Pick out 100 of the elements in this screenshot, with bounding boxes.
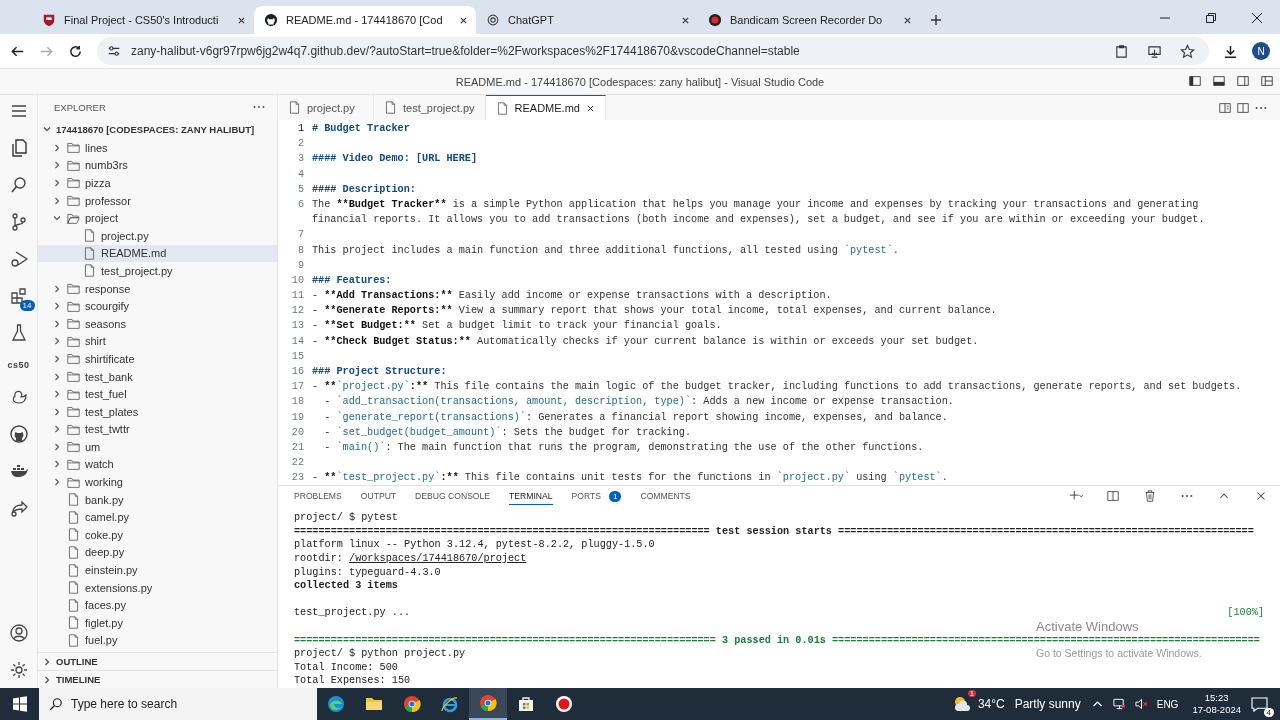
code-line: This project includes a main function and three additional functions, all tested using `pytest`.: [312, 243, 899, 258]
terminal-line: test_project.py ...: [294, 606, 411, 621]
account-icon[interactable]: [8, 623, 29, 643]
tree-item[interactable]: deep.py: [38, 543, 277, 562]
tree-item[interactable]: project.py: [38, 226, 277, 245]
install-icon[interactable]: [1147, 43, 1162, 59]
terminal-line: platform linux -- Python 3.12.4, pytest-8.2.2, pluggy-1.5.0: [294, 539, 655, 551]
terminal-link[interactable]: /workspaces/174418670/project: [349, 553, 527, 565]
tree-item[interactable]: shirt: [38, 332, 277, 351]
language-text[interactable]: ENG: [1156, 698, 1179, 710]
line-number: 5: [297, 183, 304, 195]
tree-item[interactable]: faces.py: [38, 596, 277, 615]
preview-icon[interactable]: [1218, 100, 1232, 115]
clipboard-icon[interactable]: [1114, 43, 1129, 59]
tree-item[interactable]: coke.py: [38, 526, 277, 544]
file-icon: [384, 101, 397, 114]
editor-tab[interactable]: README.md: [485, 95, 606, 120]
code-line: #### Video Demo: [URL HERE]: [312, 152, 478, 167]
tree-item[interactable]: um: [38, 438, 277, 456]
close-icon[interactable]: [237, 15, 246, 25]
editor-tab[interactable]: project.py: [278, 95, 374, 120]
line-number: 8: [297, 244, 304, 256]
panel-tab[interactable]: OUTPUT: [360, 487, 397, 506]
network-icon[interactable]: [1112, 698, 1126, 710]
tree-item[interactable]: response: [38, 279, 277, 298]
close-icon[interactable]: [681, 15, 690, 25]
taskbar-search-field[interactable]: Type here to search: [39, 688, 317, 720]
tree-item[interactable]: bank.py: [38, 490, 277, 509]
tree-item[interactable]: test_plates: [38, 402, 277, 421]
download-icon[interactable]: [1223, 43, 1238, 59]
extensions-icon[interactable]: [8, 286, 29, 306]
tree-item[interactable]: camel.py: [38, 508, 277, 527]
panel-tab[interactable]: DEBUG CONSOLE: [415, 487, 491, 506]
cs50-label[interactable]: cs50: [7, 360, 30, 370]
layout-icon[interactable]: [1260, 74, 1274, 88]
share-icon[interactable]: [8, 498, 29, 518]
star-icon[interactable]: [1180, 43, 1195, 59]
browser-tab[interactable]: README.md - 174418670 [Cod: [254, 6, 476, 34]
temperature-text[interactable]: 34°C: [977, 697, 1005, 711]
tree-item[interactable]: test_fuel: [38, 385, 277, 403]
clock-time[interactable]: 15:23: [1204, 692, 1229, 704]
code-line: ### Features:: [312, 273, 392, 288]
panel-tab[interactable]: TERMINAL: [509, 487, 553, 506]
tree-item[interactable]: fuel.py: [38, 631, 277, 650]
tree-item[interactable]: scourgify: [38, 297, 277, 315]
close-icon[interactable]: [903, 15, 912, 25]
panel-tab[interactable]: PORTS 1: [571, 487, 622, 506]
browser-tab[interactable]: Bandicam Screen Recorder Do: [698, 6, 920, 34]
restore-icon[interactable]: [1205, 12, 1217, 24]
tree-item[interactable]: pizza: [38, 174, 277, 192]
address-bar[interactable]: zany-halibut-v6gr97rpw6jg2w4q7.github.dev/?autoStart=true&folder=%2Fworkspaces%2F174418670&vscodeChannel=stable: [97, 37, 1209, 65]
tree-item[interactable]: shirtificate: [38, 350, 277, 368]
github-icon[interactable]: [8, 424, 29, 444]
line-number: 16: [291, 366, 304, 377]
search-icon[interactable]: [8, 175, 29, 195]
tree-item[interactable]: extensions.py: [38, 578, 277, 597]
panel-toggle-icon[interactable]: [1212, 74, 1226, 88]
split-terminal-icon[interactable]: [1106, 489, 1120, 504]
browser-tab[interactable]: ChatGPT: [476, 6, 698, 34]
tree-item[interactable]: watch: [38, 455, 277, 474]
workspace-header[interactable]: 174418670 [CODESPACES: ZANY HALIBUT]: [38, 119, 277, 139]
windows-start-icon[interactable]: [12, 696, 28, 712]
chevron-right-icon: [52, 477, 62, 488]
volume-icon[interactable]: [1134, 698, 1148, 710]
notifications-icon[interactable]: [1251, 696, 1268, 712]
run-debug-icon[interactable]: [8, 249, 29, 269]
tree-item[interactable]: numb3rs: [38, 156, 277, 175]
tree-item[interactable]: test_bank: [38, 367, 277, 386]
tree-item[interactable]: einstein.py: [38, 561, 277, 579]
close-icon[interactable]: [1251, 12, 1263, 24]
tree-item[interactable]: README.md: [38, 244, 277, 263]
tree-item[interactable]: working: [38, 473, 277, 491]
settings-icon[interactable]: [8, 660, 29, 680]
tree-item[interactable]: lines: [38, 139, 277, 157]
editor-tab[interactable]: test_project.py: [374, 95, 486, 120]
forecast-text[interactable]: Partly sunny: [1014, 697, 1081, 711]
panel-tab[interactable]: PROBLEMS: [294, 487, 342, 506]
more-icon[interactable]: [253, 105, 265, 109]
close-icon[interactable]: [585, 103, 595, 113]
secondary-sidebar-icon[interactable]: [1236, 74, 1250, 88]
tree-item[interactable]: figlet.py: [38, 614, 277, 632]
tree-item[interactable]: seasons: [38, 314, 277, 333]
clock-date[interactable]: 17-08-2024: [1192, 704, 1241, 716]
sidebar-toggle-icon[interactable]: [1188, 74, 1202, 88]
tree-item[interactable]: professor: [38, 191, 277, 210]
tree-item[interactable]: project: [38, 209, 277, 227]
close-icon[interactable]: [459, 15, 468, 25]
line-number: 4: [297, 168, 304, 180]
trash-icon[interactable]: [1143, 489, 1157, 504]
tree-item[interactable]: test_project.py: [38, 262, 277, 280]
split-editor-icon[interactable]: [1236, 100, 1250, 115]
reload-icon[interactable]: [68, 43, 83, 59]
sidebar-section[interactable]: OUTLINE: [38, 652, 277, 670]
new-tab-icon[interactable]: [930, 14, 942, 26]
profile-avatar[interactable]: N: [1252, 42, 1270, 60]
panel-tab[interactable]: COMMENTS: [640, 487, 691, 506]
chevron-right-icon: [52, 160, 62, 171]
tree-item[interactable]: test_twttr: [38, 420, 277, 439]
browser-tab[interactable]: Final Project - CS50's Introducti: [32, 6, 254, 34]
site-settings-icon[interactable]: [107, 44, 121, 58]
